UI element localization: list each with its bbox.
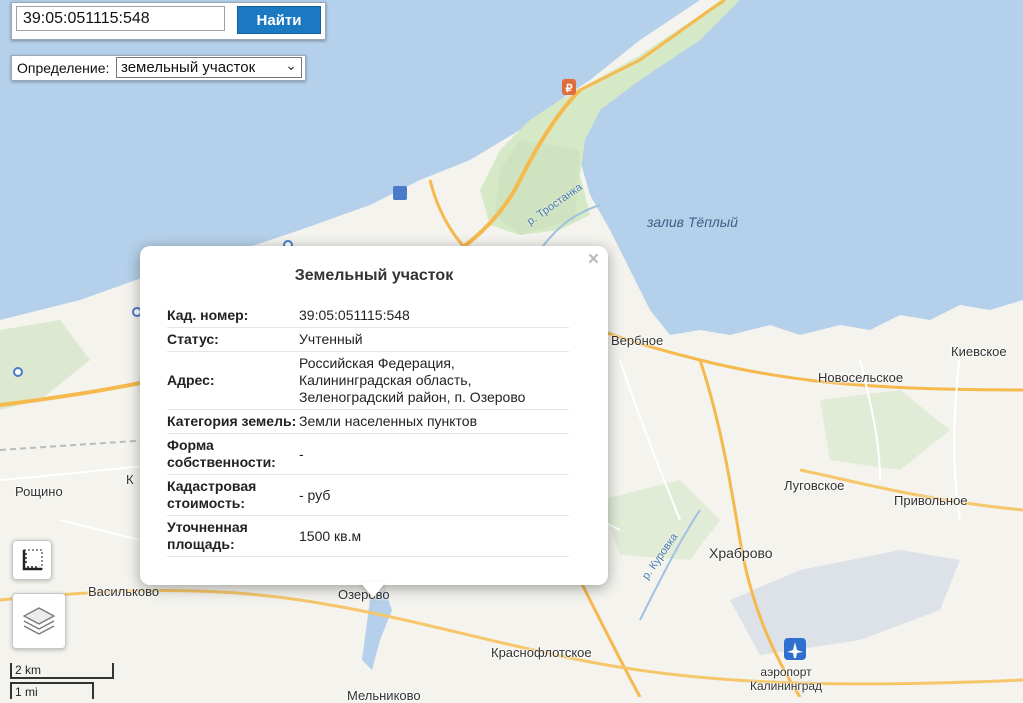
row-key: Адрес: — [167, 351, 299, 410]
parcel-info-popup: × Земельный участок Кад. номер: 39:05:05… — [140, 246, 608, 598]
row-key: Статус: — [167, 327, 299, 352]
row-key: Категория земель: — [167, 409, 299, 434]
table-row: Форма собственности: - — [167, 433, 569, 475]
definition-label: Определение: — [17, 60, 110, 76]
table-row: Категория земель: Земли населенных пункт… — [167, 409, 569, 434]
chevron-down-icon: ⌄ — [285, 57, 297, 73]
map-label-partial-k: К — [126, 472, 134, 487]
row-value: Российская Федерация, Калининградская об… — [299, 351, 569, 410]
scale-bar: 2 km 1 mi — [8, 660, 118, 699]
layers-button[interactable] — [12, 593, 66, 649]
table-row: Статус: Учтенный — [167, 327, 569, 352]
scale-km: 2 km — [10, 663, 114, 679]
row-value: 39:05:051115:548 — [299, 304, 569, 328]
airport-marker — [784, 638, 806, 660]
fuel-station-marker: ₽ — [562, 79, 576, 95]
poi-marker — [393, 186, 407, 200]
row-key: Кад. номер: — [167, 304, 299, 328]
layers-icon — [22, 607, 56, 635]
table-row: Кадастровая стоимость: - руб — [167, 474, 569, 516]
map-label-airport: аэропорт Калининград — [750, 665, 822, 693]
row-key: Кадастровая стоимость: — [167, 474, 299, 516]
row-value: 1500 кв.м — [299, 515, 569, 557]
cadastral-search-input[interactable] — [16, 6, 225, 31]
definition-select[interactable]: земельный участок ⌄ — [116, 57, 302, 78]
popup-body[interactable]: Кад. номер: 39:05:051115:548 Статус: Учт… — [167, 304, 582, 566]
map-label-lugovskoe: Луговское — [784, 478, 845, 493]
svg-text:₽: ₽ — [566, 83, 573, 95]
map-label-novoselskoe: Новосельское — [818, 370, 904, 385]
row-key: Уточненная площадь: — [167, 515, 299, 557]
definition-panel: Определение: земельный участок ⌄ — [11, 55, 306, 81]
map-label-krasnoflotskoe: Краснофлотское — [491, 645, 592, 660]
table-row: Уточненная площадь: 1500 кв.м — [167, 515, 569, 557]
row-value: - руб — [299, 474, 569, 516]
popup-pointer — [360, 582, 386, 598]
table-row: Адрес: Российская Федерация, Калининград… — [167, 351, 569, 410]
parcel-info-table: Кад. номер: 39:05:051115:548 Статус: Учт… — [167, 304, 569, 557]
map-label-vasilkovo: Васильково — [88, 584, 160, 599]
map-label-roshchino: Рощино — [15, 484, 63, 499]
transport-stop-marker — [13, 367, 23, 377]
map-label-melnikovo: Мельниково — [347, 688, 421, 703]
map-label-kievskoe: Киевское — [951, 344, 1007, 359]
map-label-airport-line2: Калининград — [750, 679, 823, 693]
map-label-verbnoe: Вербное — [611, 333, 664, 348]
popup-title: Земельный участок — [294, 267, 454, 284]
find-button[interactable]: Найти — [237, 6, 321, 34]
map-label-khrabrovo: Храброво — [709, 545, 773, 561]
definition-select-value: земельный участок — [121, 59, 256, 76]
row-value: Учтенный — [299, 327, 569, 352]
scale-mi: 1 mi — [10, 682, 94, 699]
map-label-privolnoe: Привольное — [894, 493, 968, 508]
row-value: Земли населенных пунктов — [299, 409, 569, 434]
map-label-airport-line1: аэропорт — [760, 665, 812, 679]
ruler-button[interactable] — [12, 540, 52, 580]
scale-km-label: 2 km — [15, 663, 42, 677]
search-panel: Найти — [11, 2, 326, 40]
table-row: Кад. номер: 39:05:051115:548 — [167, 304, 569, 328]
row-key: Форма собственности: — [167, 433, 299, 475]
row-value: - — [299, 433, 569, 475]
ruler-icon — [22, 549, 43, 571]
map-label-zaliv: залив Тёплый — [647, 214, 738, 230]
